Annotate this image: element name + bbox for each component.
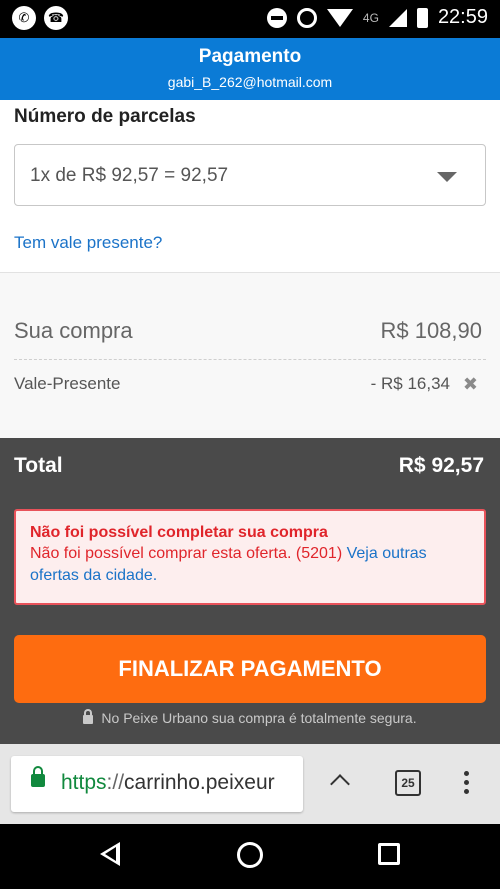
url-scheme: https (61, 771, 107, 794)
wifi-icon (326, 8, 353, 27)
checkout-panel: Total R$ 92,57 Não foi possível completa… (0, 438, 500, 744)
installments-select[interactable]: 1x de R$ 92,57 = 92,57 (14, 144, 486, 206)
gift-card-value: - R$ 16,34 (370, 374, 450, 393)
whatsapp-icon: ✆ (12, 6, 36, 30)
system-nav-bar (0, 824, 500, 889)
gift-card-label: Vale-Presente (14, 374, 121, 393)
dropdown-arrow-icon (437, 172, 457, 182)
browser-toolbar: https://carrinho.peixeur 25 (0, 744, 500, 824)
page-title: Pagamento (198, 46, 302, 67)
menu-icon[interactable] (464, 771, 470, 799)
error-message: Não foi possível comprar esta oferta. (5… (30, 545, 343, 562)
secure-note-text: No Peixe Urbano sua compra é totalmente … (101, 710, 417, 726)
url-separator: :// (106, 771, 125, 794)
do-not-disturb-icon (266, 7, 287, 28)
total-label: Total (14, 454, 63, 477)
network-type: 4G (362, 10, 379, 25)
installments-selected-value: 1x de R$ 92,57 = 92,57 (30, 165, 229, 186)
order-summary: Sua compra R$ 108,90 Vale-Presente - R$ … (0, 272, 500, 438)
tab-switcher-button[interactable]: 25 (395, 770, 421, 796)
chevron-up-icon[interactable] (330, 774, 350, 794)
status-bar: ✆ ☎ 4G 22:59 (0, 0, 500, 38)
url-bar[interactable]: https://carrinho.peixeur (11, 756, 303, 812)
signal-icon (388, 8, 407, 27)
divider (14, 359, 486, 360)
error-message-block: Não foi possível comprar esta oferta. (5… (30, 543, 470, 587)
payment-options: Número de parcelas 1x de R$ 92,57 = 92,5… (0, 100, 500, 272)
url-host: carrinho.peixeur (124, 771, 275, 794)
gift-card-link[interactable]: Tem vale presente? (14, 233, 162, 253)
remove-gift-card-icon[interactable]: ✖ (463, 374, 478, 395)
battery-icon (416, 7, 428, 28)
lock-icon (83, 709, 94, 724)
back-icon[interactable] (100, 842, 120, 866)
url-text: https://carrinho.peixeur (61, 771, 275, 795)
purchase-value: R$ 108,90 (380, 318, 482, 343)
purchase-label: Sua compra (14, 318, 133, 343)
finalize-payment-button[interactable]: FINALIZAR PAGAMENTO (14, 635, 486, 703)
secure-lock-icon (31, 766, 45, 787)
error-alert: Não foi possível completar sua compra Nã… (14, 509, 486, 605)
phone-icon: ☎ (44, 6, 68, 30)
installments-label: Número de parcelas (14, 106, 196, 127)
home-icon[interactable] (237, 842, 263, 868)
clock: 22:59 (437, 6, 488, 28)
error-title: Não foi possível completar sua compra (30, 524, 328, 541)
total-value: R$ 92,57 (398, 454, 484, 477)
page-header: Pagamento gabi_B_262@hotmail.com (0, 38, 500, 100)
alarm-icon (296, 7, 317, 28)
secure-note: No Peixe Urbano sua compra é totalmente … (0, 709, 500, 726)
user-email: gabi_B_262@hotmail.com (167, 74, 333, 90)
recents-icon[interactable] (378, 843, 400, 865)
